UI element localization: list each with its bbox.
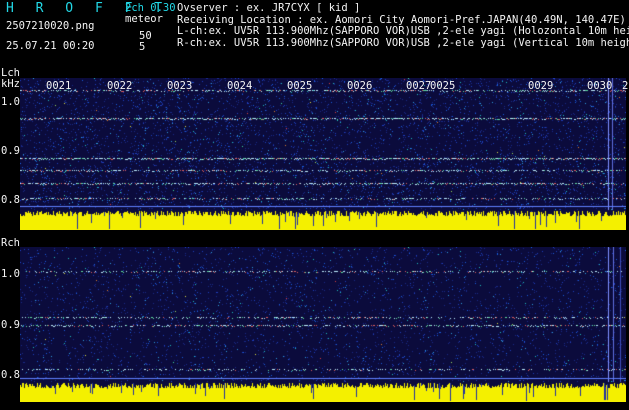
rch-freq-0-8: 0.8 — [1, 369, 20, 381]
rch-spectrogram — [20, 247, 626, 402]
khz-unit-label: kHz — [1, 78, 20, 90]
rch-freq-0-9: 0.9 — [1, 319, 20, 331]
mode-label: 2ch 0.30 — [125, 2, 176, 14]
timestamp: 25.07.21 00:20 — [6, 40, 95, 52]
time-tick-0030: 0030 — [587, 80, 613, 92]
time-tick-0025b: 0025 — [430, 80, 456, 92]
time-tick-next: 2 — [622, 80, 629, 92]
rch-config-line: R-ch:ex. UV5R 113.900Mhz(SAPPORO VOR)USB… — [177, 36, 629, 49]
lch-freq-0-8: 0.8 — [1, 194, 20, 206]
lch-freq-0-9: 0.9 — [1, 145, 20, 157]
meteor-label: meteor — [125, 13, 163, 25]
rch-label: Rch — [1, 237, 20, 249]
lch-spectrogram — [20, 78, 626, 230]
time-tick-0029: 0029 — [528, 80, 554, 92]
time-tick-0026: 0026 — [347, 80, 373, 92]
time-tick-0023: 0023 — [167, 80, 193, 92]
meteor-count-rch: 5 — [139, 41, 146, 53]
time-tick-0027: 0027 — [406, 80, 432, 92]
meteor-count-lch: 50 — [139, 30, 152, 42]
time-tick-0024: 0024 — [227, 80, 253, 92]
lch-spectrogram-canvas — [20, 78, 626, 230]
station-info: Ovserver : ex. JR7CYX [ kid ] Receiving … — [177, 3, 629, 49]
observer-line: Ovserver : ex. JR7CYX [ kid ] — [177, 2, 361, 14]
time-tick-0021: 0021 — [46, 80, 72, 92]
lch-freq-1-0: 1.0 — [1, 96, 20, 108]
lch-config-line: L-ch:ex. UV5R 113.900Mhz(SAPPORO VOR)USB… — [177, 25, 629, 37]
image-filename: 2507210020.png — [6, 20, 95, 32]
time-tick-0025: 0025 — [287, 80, 313, 92]
rch-spectrogram-canvas — [20, 247, 626, 402]
time-tick-0022: 0022 — [107, 80, 133, 92]
rch-freq-1-0: 1.0 — [1, 268, 20, 280]
